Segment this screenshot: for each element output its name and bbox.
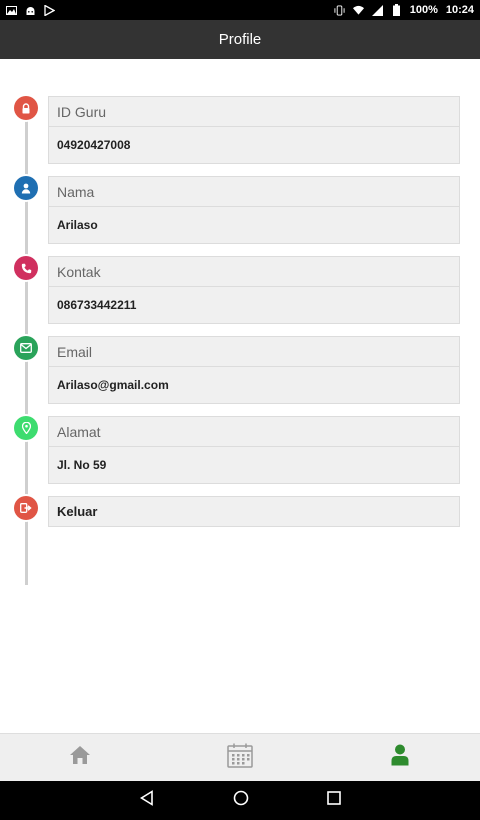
- email-label: Email: [49, 337, 459, 367]
- id-guru-card: ID Guru 04920427008: [48, 96, 460, 164]
- nav-profile-button[interactable]: [320, 734, 480, 781]
- battery-percent: 100%: [409, 4, 438, 16]
- system-navigation-bar: [0, 781, 480, 820]
- lock-icon: [14, 96, 38, 120]
- logout-button[interactable]: Keluar: [48, 496, 460, 527]
- nama-card: Nama Arilaso: [48, 176, 460, 244]
- id-guru-value: 04920427008: [57, 138, 131, 152]
- clock: 10:24: [445, 4, 474, 16]
- alamat-value: Jl. No 59: [57, 458, 107, 472]
- nama-label: Nama: [49, 177, 459, 207]
- phone-icon: [14, 256, 38, 280]
- email-card: Email Arilaso@gmail.com: [48, 336, 460, 404]
- image-icon: [6, 5, 17, 16]
- user-icon: [391, 744, 409, 771]
- nav-calendar-button[interactable]: [160, 734, 320, 781]
- status-bar: 100% 10:24: [0, 0, 480, 20]
- home-icon: [69, 745, 91, 770]
- nav-home-button[interactable]: [0, 734, 160, 781]
- battery-icon: [391, 4, 402, 16]
- logout-label: Keluar: [57, 504, 98, 519]
- wifi-icon: [352, 5, 364, 16]
- bottom-navigation: [0, 733, 480, 781]
- nama-value: Arilaso: [57, 218, 98, 232]
- map-marker-icon: [14, 416, 38, 440]
- profile-content: ID Guru 04920427008 Nama Arilaso Kontak …: [0, 59, 480, 733]
- vibrate-icon: [334, 4, 345, 16]
- signal-icon: [371, 4, 383, 16]
- kontak-label: Kontak: [49, 257, 459, 287]
- back-icon[interactable]: [139, 790, 155, 811]
- home-circle-icon[interactable]: [233, 790, 249, 811]
- kontak-card: Kontak 086733442211: [48, 256, 460, 324]
- sign-out-icon: [14, 496, 38, 520]
- calendar-icon: [227, 743, 253, 773]
- play-store-icon: [44, 4, 55, 16]
- user-icon: [14, 176, 38, 200]
- recents-icon[interactable]: [327, 791, 341, 810]
- alamat-card: Alamat Jl. No 59: [48, 416, 460, 484]
- email-value: Arilaso@gmail.com: [57, 378, 169, 392]
- id-guru-label: ID Guru: [49, 97, 459, 127]
- page-title: Profile: [218, 31, 262, 48]
- alamat-label: Alamat: [49, 417, 459, 447]
- app-bar: Profile: [0, 20, 480, 59]
- android-icon: [25, 5, 36, 16]
- kontak-value: 086733442211: [57, 298, 137, 312]
- envelope-icon: [14, 336, 38, 360]
